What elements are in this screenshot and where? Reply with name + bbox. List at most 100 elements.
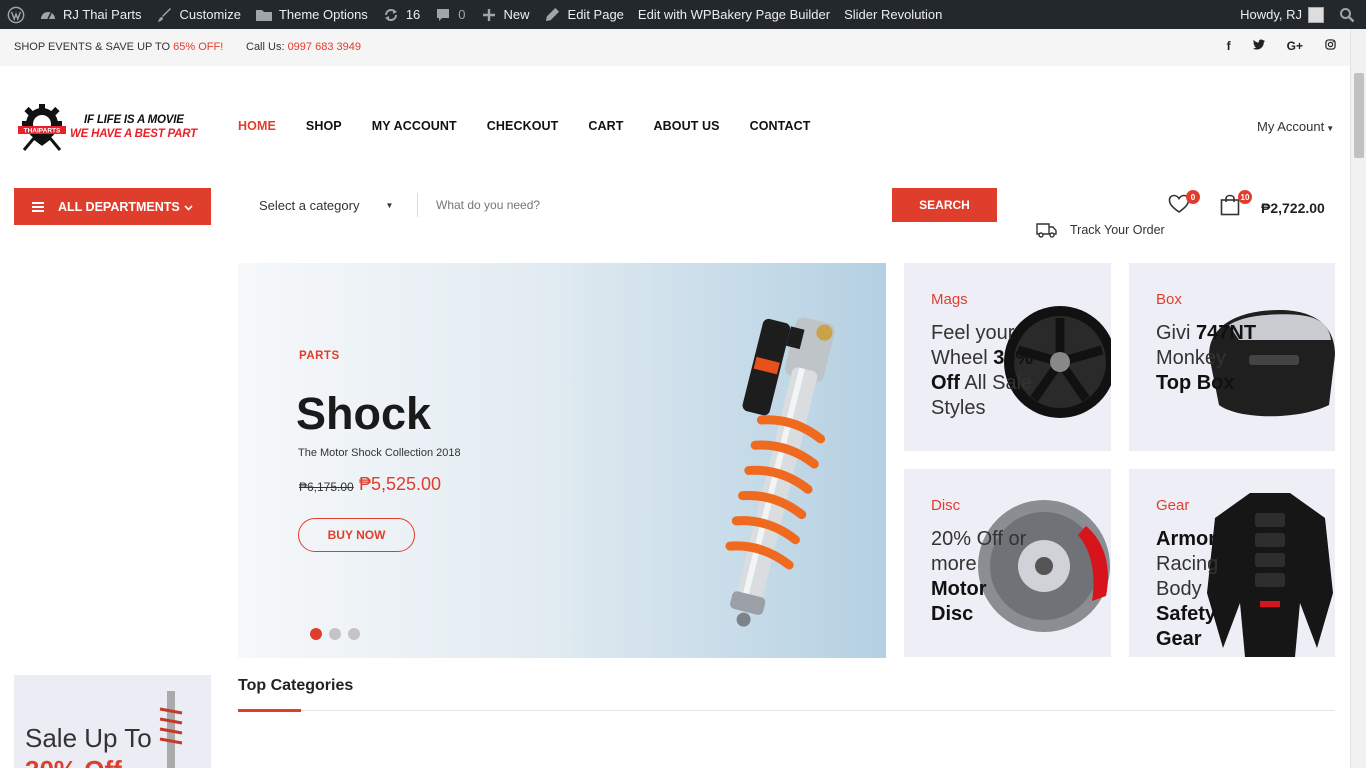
logo-badge-text: THAIPARTS — [24, 128, 61, 135]
divider — [417, 193, 418, 217]
promo-text: SHOP EVENTS & SAVE UP TO 65% OFF! — [14, 41, 223, 53]
page-scrollbar[interactable] — [1350, 29, 1366, 768]
theme-options-link[interactable]: Theme Options — [248, 0, 375, 29]
edit-page-link[interactable]: Edit Page — [537, 0, 631, 29]
sale-line-2: 30% Off — [25, 755, 122, 768]
google-plus-icon[interactable]: G+ — [1287, 39, 1303, 53]
search-button[interactable]: SEARCH — [892, 188, 997, 222]
truck-icon — [1036, 223, 1057, 238]
departments-label: ALL DEPARTMENTS — [58, 199, 180, 214]
hero-slider: PARTS Shock The Motor Shock Collection 2… — [238, 263, 886, 658]
promo-tile-gear[interactable]: Gear Armor Racing Body Safety Gear — [1129, 469, 1335, 657]
hero-subtitle: The Motor Shock Collection 2018 — [298, 447, 461, 459]
gear-logo-icon: THAIPARTS — [18, 104, 66, 151]
hero-new-price: ₱5,525.00 — [359, 474, 442, 494]
category-select-label: Select a category — [259, 198, 360, 213]
shopping-bag-icon — [1220, 194, 1240, 216]
my-account-dropdown[interactable]: My Account ▼ — [1257, 119, 1334, 134]
facebook-icon[interactable]: f — [1227, 39, 1231, 53]
call-us: Call Us: 0997 683 3949 — [246, 41, 361, 53]
promo-tile-box[interactable]: Box Givi 747NT Monkey Top Box — [1129, 263, 1335, 451]
wordpress-icon — [7, 6, 25, 24]
hero-old-price: ₱6,175.00 — [299, 480, 354, 494]
hero-title: Shock — [296, 388, 432, 439]
slider-revolution-label: Slider Revolution — [844, 7, 943, 22]
call-label: Call Us: — [246, 41, 288, 53]
admin-search-button[interactable] — [1331, 0, 1366, 29]
wpbakery-label: Edit with WPBakery Page Builder — [637, 7, 831, 22]
logo-tagline-1: IF LIFE IS A MOVIE — [84, 114, 184, 126]
wpbakery-link[interactable]: Edit with WPBakery Page Builder — [631, 0, 837, 29]
slider-dot[interactable] — [348, 628, 360, 640]
hero-tag: PARTS — [299, 350, 340, 362]
account-menu[interactable]: Howdy, RJ — [1233, 0, 1331, 29]
cart-total[interactable]: ₱2,722.00 — [1261, 200, 1325, 216]
new-label: New — [503, 7, 530, 22]
promo-percent: 65% OFF! — [173, 41, 224, 53]
top-bar: SHOP EVENTS & SAVE UP TO 65% OFF! Call U… — [0, 29, 1350, 66]
cart-count: 10 — [1238, 190, 1252, 204]
tile-category: Box — [1156, 291, 1182, 308]
site-logo[interactable]: THAIPARTS IF LIFE IS A MOVIE WE HAVE A B… — [16, 102, 206, 154]
nav-cart[interactable]: CART — [588, 119, 623, 133]
tile-category: Mags — [931, 291, 968, 308]
tile-text: Feel your Wheel 30% Off All Sale Styles — [931, 322, 1034, 419]
nav-checkout[interactable]: CHECKOUT — [487, 119, 559, 133]
site-name-link[interactable]: RJ Thai Parts — [32, 0, 149, 29]
plus-icon — [480, 6, 498, 24]
promo-tile-mags[interactable]: Mags Feel your Wheel 30% Off All Sale Sty… — [904, 263, 1111, 451]
wishlist-count: 0 — [1186, 190, 1200, 204]
comment-icon — [434, 6, 452, 24]
nav-shop[interactable]: SHOP — [306, 119, 342, 133]
edit-page-label: Edit Page — [567, 7, 624, 22]
track-order-link[interactable]: Track Your Order — [1036, 222, 1165, 238]
new-content-link[interactable]: New — [473, 0, 537, 29]
tile-category: Gear — [1156, 497, 1190, 514]
search-input[interactable] — [436, 198, 876, 212]
slider-pagination — [310, 628, 360, 640]
comments-link[interactable]: 0 — [427, 0, 472, 29]
top-categories-heading: Top Categories — [238, 677, 354, 694]
nav-about-us[interactable]: ABOUT US — [654, 119, 720, 133]
wishlist-button[interactable]: 0 — [1168, 190, 1200, 216]
scrollbar-thumb[interactable] — [1354, 73, 1364, 158]
my-account-label: My Account — [1257, 119, 1325, 134]
promo-tile-disc[interactable]: Disc 20% Off or more Motor Disc — [904, 469, 1111, 657]
avatar — [1308, 6, 1324, 23]
caret-down-icon: ▼ — [385, 201, 394, 210]
slider-dot[interactable] — [310, 628, 322, 640]
pencil-icon — [544, 6, 562, 24]
twitter-icon[interactable] — [1252, 39, 1265, 53]
sale-line-1: Sale Up To — [25, 723, 152, 753]
dashboard-icon — [39, 6, 57, 24]
category-select[interactable]: Select a category ▼ — [259, 198, 393, 213]
divider — [238, 710, 1335, 711]
site-name: RJ Thai Parts — [63, 7, 142, 22]
nav-home[interactable]: HOME — [238, 119, 276, 133]
heading-underline — [238, 709, 301, 712]
tile-category: Disc — [931, 497, 961, 514]
updates-count: 16 — [405, 7, 421, 22]
slider-revolution-link[interactable]: Slider Revolution — [837, 0, 949, 29]
folder-icon — [255, 6, 273, 24]
instagram-icon[interactable] — [1325, 39, 1336, 53]
wp-logo-button[interactable] — [0, 0, 32, 29]
slider-dot[interactable] — [329, 628, 341, 640]
sidebar-sale-banner[interactable]: Sale Up To 30% Off — [14, 675, 211, 768]
tile-text: 20% Off or more Motor Disc — [931, 528, 1027, 625]
buy-now-button[interactable]: BUY NOW — [298, 518, 415, 552]
chevron-down-icon — [184, 200, 193, 214]
caret-down-icon: ▼ — [1326, 124, 1335, 133]
social-links: f G+ — [1227, 39, 1336, 53]
updates-link[interactable]: 16 — [375, 0, 427, 29]
track-order-label: Track Your Order — [1070, 223, 1165, 237]
customize-link[interactable]: Customize — [149, 0, 248, 29]
cart-button[interactable]: 10 — [1220, 190, 1252, 216]
all-departments-button[interactable]: ALL DEPARTMENTS — [14, 188, 211, 225]
menu-icon — [32, 200, 44, 214]
phone-number[interactable]: 0997 683 3949 — [288, 41, 361, 53]
nav-contact[interactable]: CONTACT — [750, 119, 811, 133]
comments-count: 0 — [458, 7, 466, 22]
paintbrush-icon — [156, 6, 174, 24]
nav-my-account[interactable]: MY ACCOUNT — [372, 119, 457, 133]
